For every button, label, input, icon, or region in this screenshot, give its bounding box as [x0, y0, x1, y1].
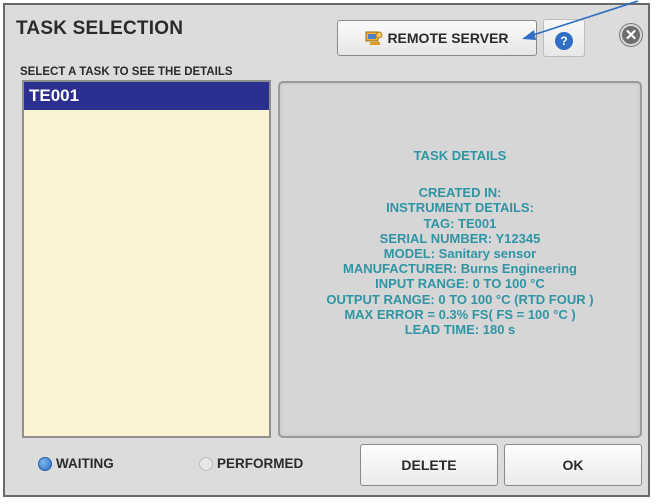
delete-button[interactable]: DELETE [360, 444, 498, 486]
status-waiting-label: WAITING [56, 456, 114, 471]
list-subtitle: SELECT A TASK TO SEE THE DETAILS [20, 66, 233, 78]
detail-instrument-details: INSTRUMENT DETAILS: [386, 200, 534, 216]
status-performed[interactable]: PERFORMED [199, 456, 303, 471]
remote-server-button[interactable]: REMOTE SERVER [337, 20, 537, 56]
task-details-text: TASK DETAILS CREATED IN: INSTRUMENT DETA… [280, 148, 640, 337]
status-waiting[interactable]: WAITING [38, 456, 114, 471]
detail-lead-time: LEAD TIME: 180 s [404, 322, 516, 338]
detail-serial-number: SERIAL NUMBER: Y12345 [379, 230, 541, 246]
detail-created-in: CREATED IN: [418, 185, 502, 201]
detail-model: MODEL: Sanitary sensor [383, 246, 537, 262]
list-item-te001[interactable]: TE001 [24, 82, 269, 110]
server-icon [365, 30, 383, 46]
task-details-heading: TASK DETAILS [413, 148, 507, 163]
detail-manufacturer: MANUFACTURER: Burns Engineering [343, 261, 577, 277]
arrow-icon [522, 0, 639, 40]
detail-output-range: OUTPUT RANGE: 0 TO 100 °C (RTD FOUR ) [326, 291, 594, 307]
page-title: TASK SELECTION [16, 18, 184, 39]
detail-tag: TAG: TE001 [423, 215, 497, 231]
status-waiting-radio-icon [38, 456, 52, 471]
task-list[interactable]: TE001 [22, 80, 271, 438]
status-performed-label: PERFORMED [217, 456, 304, 471]
status-performed-radio-icon [199, 456, 213, 471]
task-details-panel: TASK DETAILS CREATED IN: INSTRUMENT DETA… [278, 81, 642, 438]
detail-max-error: MAX ERROR = 0.3% FS( FS = 100 °C ) [344, 306, 576, 322]
ok-button[interactable]: OK [504, 444, 642, 486]
detail-input-range: INPUT RANGE: 0 TO 100 °C [375, 276, 545, 292]
remote-server-label: REMOTE SERVER [387, 30, 509, 46]
